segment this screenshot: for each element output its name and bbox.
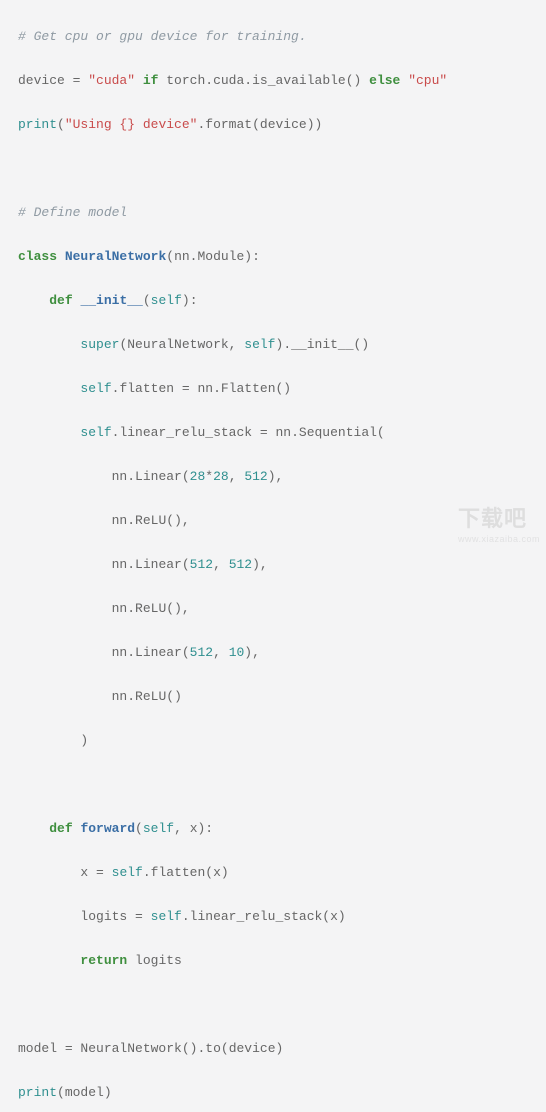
- keyword-if: if: [143, 73, 159, 88]
- code-line: nn.Linear(28*28, 512),: [18, 466, 528, 488]
- blank-line: [18, 774, 528, 796]
- comment: # Get cpu or gpu device for training.: [18, 29, 307, 44]
- builtin-print: print: [18, 1085, 57, 1100]
- keyword-return: return: [80, 953, 127, 968]
- code-line: ): [18, 730, 528, 752]
- identifier: device: [18, 73, 65, 88]
- code-line: x = self.flatten(x): [18, 862, 528, 884]
- code-line: nn.ReLU(),: [18, 510, 528, 532]
- keyword-class: class: [18, 249, 57, 264]
- keyword-def: def: [49, 821, 72, 836]
- code-line: print("Using {} device".format(device)): [18, 114, 528, 136]
- blank-line: [18, 994, 528, 1016]
- class-name: NeuralNetwork: [65, 249, 166, 264]
- code-line: self.flatten = nn.Flatten(): [18, 378, 528, 400]
- keyword-def: def: [49, 293, 72, 308]
- code-line: print(model): [18, 1082, 528, 1104]
- code-line: model = NeuralNetwork().to(device): [18, 1038, 528, 1060]
- code-line: def forward(self, x):: [18, 818, 528, 840]
- method-name: forward: [80, 821, 135, 836]
- code-line: nn.Linear(512, 10),: [18, 642, 528, 664]
- code-block: # Get cpu or gpu device for training. de…: [0, 0, 546, 1112]
- code-line: device = "cuda" if torch.cuda.is_availab…: [18, 70, 528, 92]
- comment: # Define model: [18, 205, 127, 220]
- code-line: # Get cpu or gpu device for training.: [18, 26, 528, 48]
- code-line: def __init__(self):: [18, 290, 528, 312]
- string: "cuda": [88, 73, 135, 88]
- code-line: logits = self.linear_relu_stack(x): [18, 906, 528, 928]
- code-line: nn.Linear(512, 512),: [18, 554, 528, 576]
- keyword-else: else: [369, 73, 400, 88]
- code-line: nn.ReLU(),: [18, 598, 528, 620]
- code-line: class NeuralNetwork(nn.Module):: [18, 246, 528, 268]
- string: "cpu": [408, 73, 447, 88]
- builtin-super: super: [80, 337, 119, 352]
- method-name: __init__: [80, 293, 142, 308]
- code-line: nn.ReLU(): [18, 686, 528, 708]
- string: "Using {} device": [65, 117, 198, 132]
- builtin-print: print: [18, 117, 57, 132]
- blank-line: [18, 158, 528, 180]
- code-line: self.linear_relu_stack = nn.Sequential(: [18, 422, 528, 444]
- code-line: # Define model: [18, 202, 528, 224]
- code-line: return logits: [18, 950, 528, 972]
- code-line: super(NeuralNetwork, self).__init__(): [18, 334, 528, 356]
